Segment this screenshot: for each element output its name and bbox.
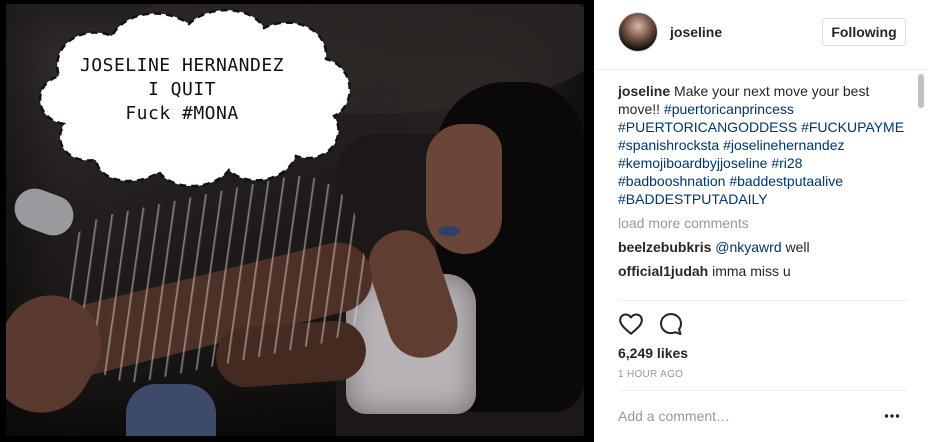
comment-input[interactable] [618,405,868,427]
add-comment-bar [618,390,908,442]
post-actions: 6,249 likes 1 HOUR AGO [618,300,908,380]
bag [126,384,216,436]
post-header: joseline Following [594,0,928,70]
hashtag[interactable]: #BADDESTPUTADAILY [618,191,768,207]
overlay-line-1: JOSELINE HERNANDEZ [79,55,285,76]
hashtag[interactable]: #FUCKUPAYME [801,119,904,135]
comment-username[interactable]: beelzebubkris [618,239,711,255]
scrollbar-thumb[interactable] [918,74,924,108]
post-panel: joseline Following joseline Make your ne… [594,0,928,442]
person-lips [438,226,460,236]
comment-text: well [785,239,810,255]
load-more-comments-link[interactable]: load more comments [618,214,908,232]
comment-mention[interactable]: @nkyawrd [715,239,781,255]
caption-username[interactable]: joseline [618,83,670,99]
hashtag[interactable]: #puertoricanprincess [664,101,794,117]
post-photo[interactable]: JOSELINE HERNANDEZ I QUIT Fuck #MONA [0,0,594,442]
photo-content: JOSELINE HERNANDEZ I QUIT Fuck #MONA [6,4,584,436]
caption: joseline Make your next move your best m… [618,82,908,208]
header-username[interactable]: joseline [670,24,722,40]
profile-avatar[interactable] [618,12,658,52]
comments-scrollbar[interactable] [916,72,926,300]
hashtag[interactable]: #ri28 [771,155,802,171]
overlay-line-2: I QUIT [147,79,217,100]
heart-icon[interactable] [618,311,644,337]
thought-cloud-text: JOSELINE HERNANDEZ I QUIT Fuck #MONA [62,54,302,126]
following-button[interactable]: Following [822,18,906,46]
comment-text: imma miss u [712,263,791,279]
hashtag[interactable]: #badbooshnation [618,173,725,189]
hashtag[interactable]: #kemojiboardbyjjoseline [618,155,767,171]
hashtag[interactable]: #joselinehernandez [723,137,844,153]
action-icons [618,311,718,337]
hashtag[interactable]: #baddestputaalive [729,173,843,189]
comment-username[interactable]: official1judah [618,263,708,279]
comments-section: joseline Make your next move your best m… [618,82,908,300]
overlay-line-3: Fuck #MONA [125,103,239,124]
person-face [426,124,502,254]
hashtag[interactable]: #PUERTORICANGODDESS [618,119,797,135]
hashtag[interactable]: #spanishrocksta [618,137,719,153]
comment-bubble-icon[interactable] [658,311,684,337]
comment-item: official1judah imma miss u [618,262,908,280]
post-timestamp[interactable]: 1 HOUR AGO [618,369,683,380]
more-options-icon[interactable] [884,407,900,425]
likes-count[interactable]: 6,249 likes [618,345,688,361]
comment-item: beelzebubkris @nkyawrd well [618,238,908,256]
